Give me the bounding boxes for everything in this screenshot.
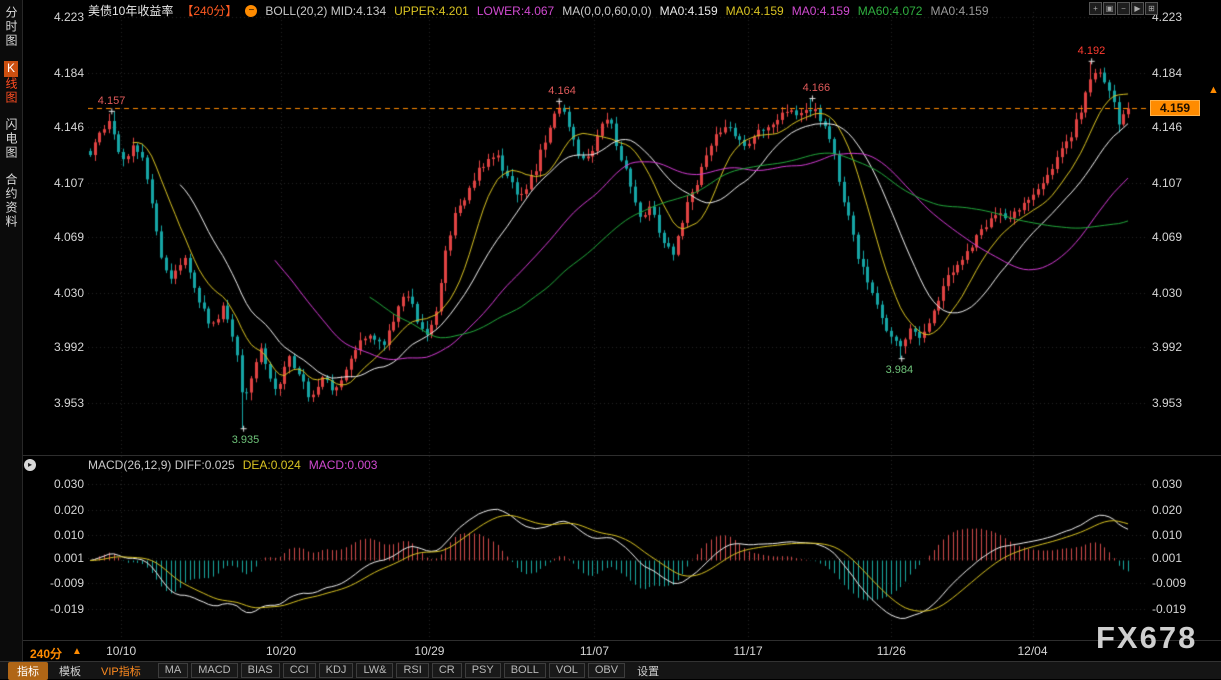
sidebar-item-contract-info[interactable]: 合约资料	[4, 173, 18, 229]
price-axis-label-left: 4.146	[46, 120, 84, 134]
ma-value-2: MA0:4.159	[792, 4, 850, 18]
price-axis-label-right: 4.030	[1152, 286, 1198, 300]
price-axis-label-right: 3.953	[1152, 396, 1198, 410]
macd-axis-label-left: 0.001	[46, 551, 84, 565]
toolbar-tab-lw[interactable]: LW&	[356, 663, 393, 678]
axis-divider	[22, 640, 1221, 641]
ma-value-0: MA0:4.159	[660, 4, 718, 18]
toolbar-tab-psy[interactable]: PSY	[465, 663, 501, 678]
left-tab-sidebar: 分时图 K线图闪电图合约资料	[0, 0, 23, 679]
macd-value-label: MACD:0.003	[309, 458, 378, 472]
trading-chart-window: 分时图 K线图闪电图合约资料 美债10年收益率 【240分】 − BOLL(20,…	[0, 0, 1221, 679]
crosshair-icon[interactable]: +	[1089, 2, 1102, 15]
price-axis-label-left: 3.953	[46, 396, 84, 410]
price-axis-label-right: 4.107	[1152, 176, 1198, 190]
macd-axis-label-left: -0.009	[46, 576, 84, 590]
date-axis-label: 10/10	[101, 644, 141, 658]
price-axis-label-left: 3.992	[46, 340, 84, 354]
active-tab-badge: K	[4, 61, 18, 77]
ma-value-4: MA0:4.159	[930, 4, 988, 18]
toolbar-tab-settings[interactable]: 设置	[628, 662, 668, 680]
toolbar-tab-obv[interactable]: OBV	[588, 663, 625, 678]
date-axis-label: 11/26	[871, 644, 911, 658]
sidebar-tab-list: 分时图 K线图闪电图合约资料	[0, 0, 22, 242]
date-axis-label: 11/17	[728, 644, 768, 658]
symbol-title: 美债10年收益率	[88, 2, 173, 19]
ma-value-3: MA60:4.072	[858, 4, 923, 18]
timeframe-up-icon[interactable]: ▲	[72, 646, 82, 657]
price-axis-label-left: 4.107	[46, 176, 84, 190]
panel-icon[interactable]: ▣	[1103, 2, 1116, 15]
macd-axis-label-left: 0.010	[46, 528, 84, 542]
toolbar-tab-macd[interactable]: MACD	[191, 663, 237, 678]
macd-axis-label-right: 0.030	[1152, 477, 1198, 491]
toolbar-tab-template[interactable]: 模板	[50, 662, 90, 680]
toolbar-tab-boll[interactable]: BOLL	[504, 663, 546, 678]
sidebar-item-flash-chart[interactable]: 闪电图	[4, 118, 18, 160]
indicator-toolbar: 指标模板VIP指标 MAMACD BIASCCIKDJLW&RSI CRPSYBOLL…	[0, 661, 1221, 679]
toolbar-tab-cr[interactable]: CR	[432, 663, 462, 678]
toolbar-tab-vol[interactable]: VOL	[549, 663, 585, 678]
macd-axis-label-right: 0.020	[1152, 503, 1198, 517]
price-axis-label-left: 4.030	[46, 286, 84, 300]
timeframe-label[interactable]: 240分	[30, 645, 62, 662]
macd-axis-label-left: 0.020	[46, 503, 84, 517]
ma-value-1: MA0:4.159	[726, 4, 784, 18]
price-axis-label-left: 4.069	[46, 230, 84, 244]
toolbar-tab-rsi[interactable]: RSI	[396, 663, 428, 678]
main-indicator-header: 美债10年收益率 【240分】 − BOLL(20,2) MID:4.134 U…	[88, 3, 997, 18]
macd-indicator-header: ▸ MACD(26,12,9) DIFF:0.025 DEA:0.024 MAC…	[24, 458, 385, 472]
chart-window-controls: +▣−▶⊞	[1089, 2, 1159, 15]
collapse-main-panel-icon[interactable]: −	[245, 5, 257, 17]
ma-group-label: MA(0,0,0,60,0,0)	[562, 4, 651, 18]
price-axis-label-right: 4.146	[1152, 120, 1198, 134]
price-axis-label-left: 4.184	[46, 66, 84, 80]
macd-axis-label-right: 0.001	[1152, 551, 1198, 565]
price-macd-chart-canvas[interactable]	[88, 0, 1148, 640]
toolbar-tab-bias[interactable]: BIAS	[241, 663, 280, 678]
sidebar-item-time-chart[interactable]: 分时图	[4, 6, 18, 48]
toolbar-tab-ma[interactable]: MA	[158, 663, 189, 678]
macd-axis-label-left: -0.019	[46, 602, 84, 616]
ma-values-group: MA0:4.159 MA0:4.159 MA0:4.159 MA60:4.072 MA0…	[660, 4, 997, 18]
boll-lower-label: LOWER:4.067	[477, 4, 554, 18]
boll-mid-label: BOLL(20,2) MID:4.134	[265, 4, 386, 18]
price-axis-label-right: 4.184	[1152, 66, 1198, 80]
macd-dea-label: DEA:0.024	[243, 458, 301, 472]
toolbar-tab-indicator[interactable]: 指标	[8, 662, 48, 680]
boll-upper-label: UPPER:4.201	[394, 4, 469, 18]
toolbar-tab-kdj[interactable]: KDJ	[319, 663, 354, 678]
macd-axis-label-right: 0.010	[1152, 528, 1198, 542]
date-axis-label: 11/07	[574, 644, 614, 658]
grid-icon[interactable]: ⊞	[1145, 2, 1158, 15]
price-up-arrow-icon: ▲	[1208, 84, 1219, 96]
active-tab-label: 线图	[4, 77, 18, 105]
date-axis-label: 12/04	[1013, 644, 1053, 658]
panel-divider	[22, 455, 1221, 456]
price-axis-label-right: 3.992	[1152, 340, 1198, 354]
toolbar-tab-vip-indicator[interactable]: VIP指标	[92, 662, 150, 680]
minimize-icon[interactable]: −	[1117, 2, 1130, 15]
play-icon[interactable]: ▶	[1131, 2, 1144, 15]
fx678-logo: FX678	[1096, 620, 1197, 656]
macd-axis-label-left: 0.030	[46, 477, 84, 491]
price-axis-label-right: 4.069	[1152, 230, 1198, 244]
last-price-tag: 4.159	[1150, 100, 1200, 116]
toolbar-tab-cci[interactable]: CCI	[283, 663, 316, 678]
date-axis-label: 10/29	[409, 644, 449, 658]
macd-collapse-icon[interactable]: ▸	[24, 459, 36, 471]
period-badge: 【240分】	[181, 2, 237, 19]
date-axis-label: 10/20	[261, 644, 301, 658]
sidebar-item-kline-chart[interactable]: K线图	[4, 61, 18, 105]
price-axis-label-left: 4.223	[46, 10, 84, 24]
macd-axis-label-right: -0.019	[1152, 602, 1198, 616]
macd-axis-label-right: -0.009	[1152, 576, 1198, 590]
macd-params-diff-label: MACD(26,12,9) DIFF:0.025	[88, 458, 235, 472]
